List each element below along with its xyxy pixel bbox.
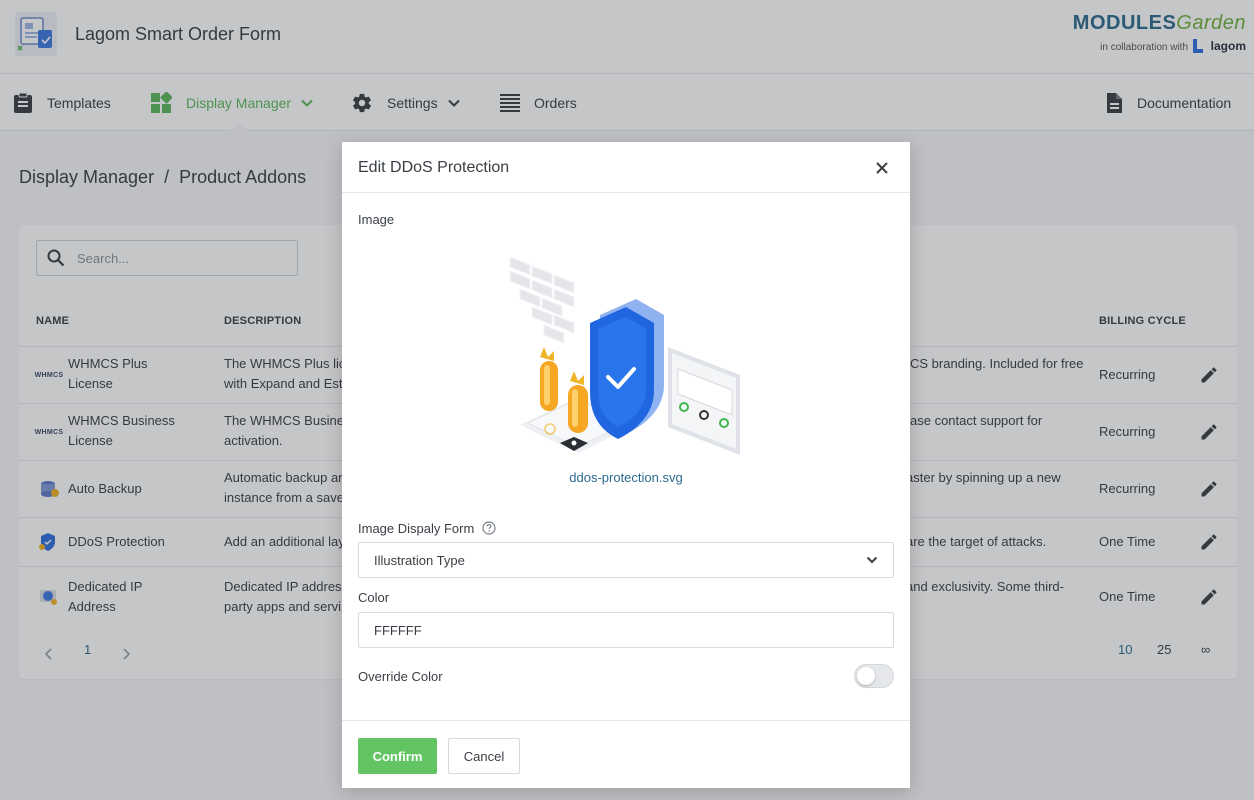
confirm-button[interactable]: Confirm [358,738,437,774]
image-label: Image [358,212,395,227]
color-input[interactable]: FFFFFF [358,612,894,648]
display-form-label: Image Dispaly Form [358,521,475,536]
ddos-protection-illustration[interactable] [508,257,748,457]
display-form-value: Illustration Type [374,552,465,568]
override-color-toggle[interactable] [854,664,894,688]
color-value: FFFFFF [374,622,422,638]
help-circle-icon[interactable] [482,521,496,535]
chevron-down-icon [866,556,878,564]
image-file-link[interactable]: ddos-protection.svg [342,470,910,485]
modal-header: Edit DDoS Protection [342,142,910,193]
toggle-knob [857,667,875,685]
cancel-button[interactable]: Cancel [448,738,520,774]
modal-title: Edit DDoS Protection [358,159,510,176]
override-color-label: Override Color [358,669,443,684]
modal-footer: Confirm Cancel [342,720,910,788]
color-label: Color [358,590,390,605]
edit-modal: Edit DDoS Protection Image ddos-protecti… [342,142,910,788]
display-form-select[interactable]: Illustration Type [358,542,894,578]
close-icon[interactable] [872,158,892,178]
